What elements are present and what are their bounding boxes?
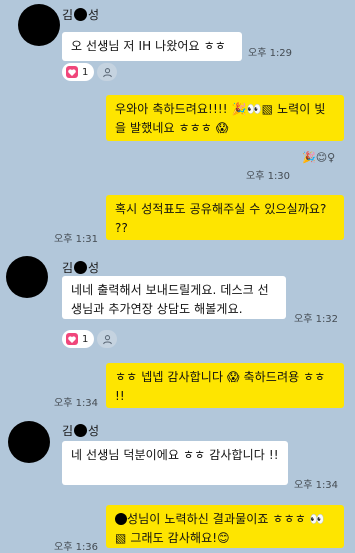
redaction-blot xyxy=(74,8,88,21)
add-reaction-button[interactable] xyxy=(97,63,117,81)
redaction-blot xyxy=(115,513,127,525)
heart-icon xyxy=(66,66,78,78)
avatar[interactable] xyxy=(6,256,48,298)
message-bubble[interactable]: ㅎㅎ 넵넵 감사합니다 😱 축하드려용 ㅎㅎ !! xyxy=(106,363,344,408)
redaction-blot xyxy=(74,424,88,437)
add-reaction-button[interactable] xyxy=(97,330,117,348)
message-bubble[interactable]: 오 선생님 저 IH 나왔어요 ㅎㅎ xyxy=(62,32,242,61)
message-time: 오후 1:34 xyxy=(54,398,99,409)
sender-name: 김성 xyxy=(62,8,100,22)
message-bubble[interactable]: 네네 출력해서 보내드릴게요. 데스크 선생님과 추가연장 상담도 해볼게요. xyxy=(62,276,286,319)
message-time: 오후 1:36 xyxy=(54,542,99,553)
message-time: 오후 1:31 xyxy=(54,234,99,245)
message-time: 오후 1:29 xyxy=(248,48,293,59)
message-bubble[interactable]: 우와아 축하드려요!!!! 🎉👀▧ 노력이 빛을 발했네요 ㅎㅎㅎ 😱 xyxy=(106,95,344,141)
sender-name: 김성 xyxy=(62,261,100,275)
heart-icon xyxy=(66,333,78,345)
person-icon xyxy=(102,63,113,82)
message-time: 오후 1:34 xyxy=(294,480,339,491)
reaction-pill[interactable]: 1 xyxy=(62,63,95,81)
message-bubble[interactable]: 성님이 노력하신 결과물이죠 ㅎㅎㅎ 👀 ▧ 그래도 감사해요!😊 xyxy=(106,505,344,548)
avatar[interactable] xyxy=(8,421,50,463)
sender-name: 김성 xyxy=(62,424,100,438)
redaction-blot xyxy=(74,261,88,274)
message-bubble[interactable]: 네 선생님 덕분이에요 ㅎㅎ 감사합니다 !! xyxy=(62,441,288,485)
reaction-emoji-row: 🎉😊♀ xyxy=(302,151,336,164)
message-time: 오후 1:30 xyxy=(246,171,291,182)
reaction-pill[interactable]: 1 xyxy=(62,330,95,348)
message-bubble[interactable]: 혹시 성적표도 공유해주실 수 있으실까요? ?? xyxy=(106,195,344,240)
message-time: 오후 1:32 xyxy=(294,314,339,325)
person-icon xyxy=(102,330,113,349)
avatar[interactable] xyxy=(18,4,60,46)
